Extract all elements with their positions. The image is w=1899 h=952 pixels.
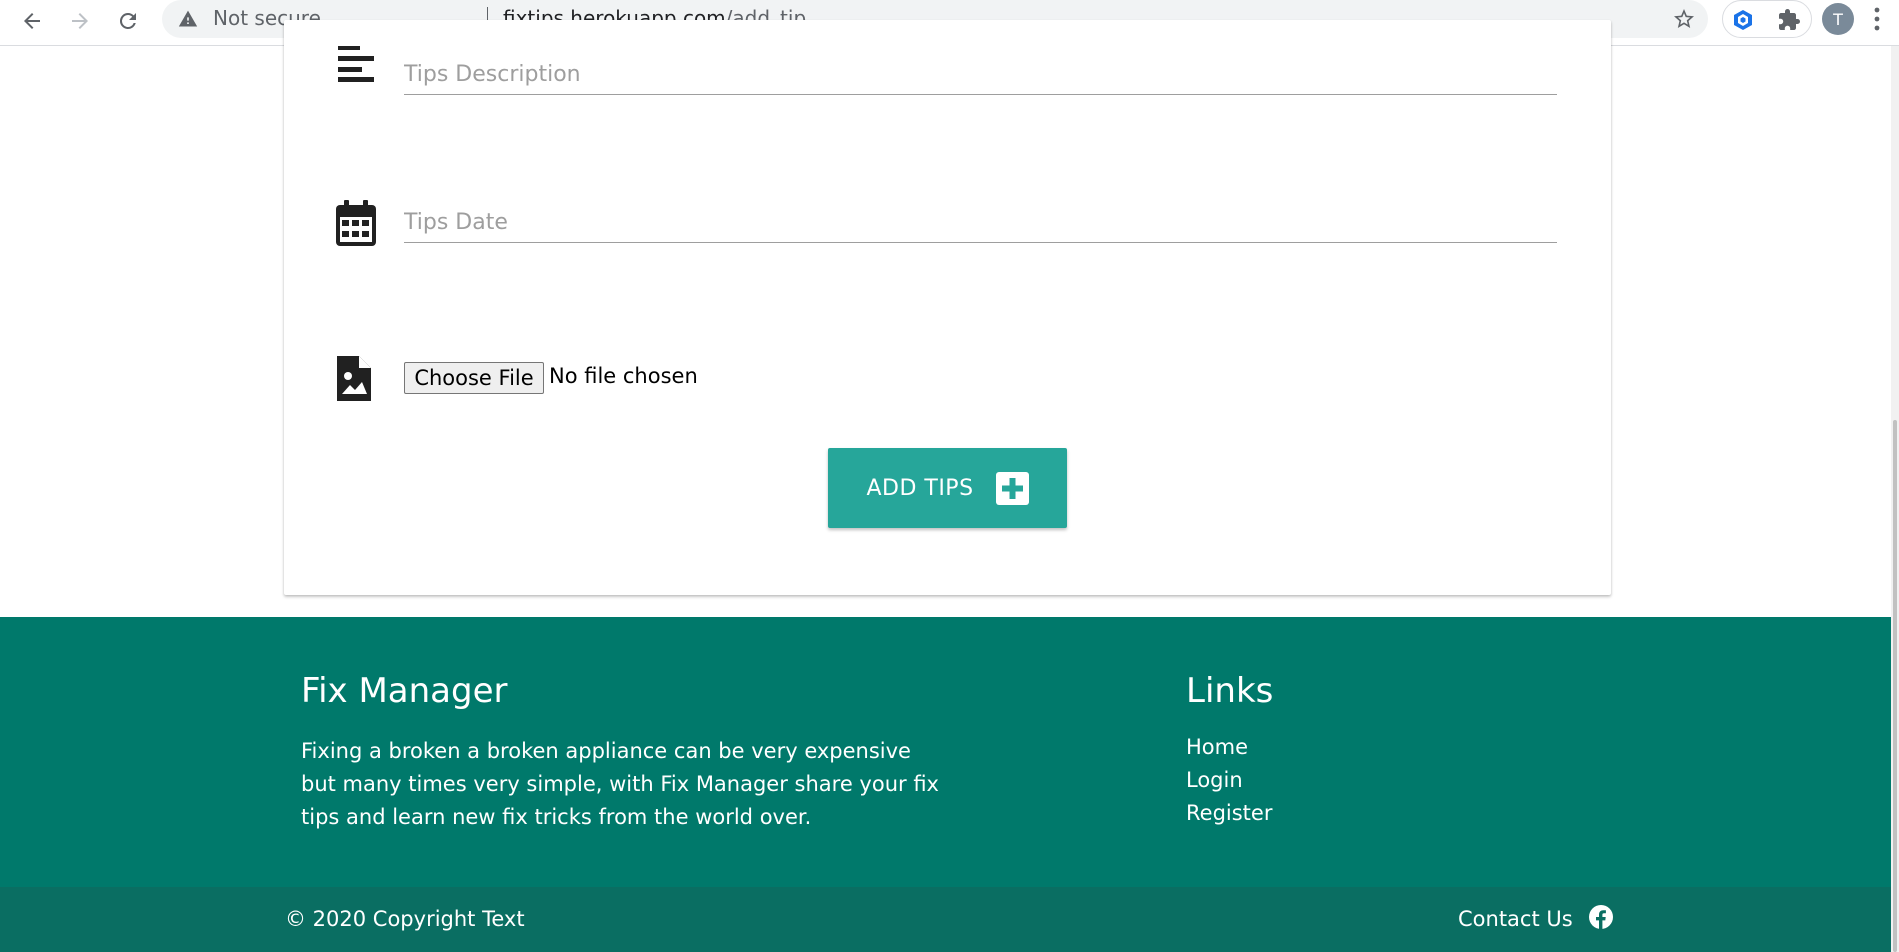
copyright-text: © 2020 Copyright Text (285, 907, 525, 931)
calendar-icon (336, 200, 376, 246)
facebook-icon[interactable] (1589, 905, 1613, 929)
notes-icon (338, 46, 374, 82)
tips-description-input[interactable] (404, 55, 1557, 95)
footer-link-home[interactable]: Home (1186, 735, 1248, 759)
tips-date-input[interactable] (404, 203, 1557, 243)
page-footer: Fix Manager Fixing a broken a broken app… (0, 617, 1899, 952)
reload-button[interactable] (110, 3, 146, 39)
plus-square-icon (995, 471, 1029, 505)
contact-us-link[interactable]: Contact Us (1458, 907, 1573, 931)
arrow-left-icon (24, 13, 40, 29)
add-tips-label: ADD TIPS (866, 475, 974, 501)
image-file-icon (337, 356, 371, 401)
arrow-right-icon (72, 13, 88, 29)
profile-avatar[interactable]: T (1822, 3, 1854, 35)
more-menu-icon[interactable] (1872, 5, 1882, 33)
back-button[interactable] (14, 3, 50, 39)
footer-link-register[interactable]: Register (1186, 801, 1272, 825)
footer-brand-title: Fix Manager (301, 671, 508, 711)
forward-button[interactable] (62, 3, 98, 39)
warning-icon (178, 10, 198, 27)
add-tips-button[interactable]: ADD TIPS (828, 448, 1067, 528)
puzzle-icon[interactable] (1777, 8, 1801, 32)
reload-icon (119, 12, 136, 29)
choose-file-button[interactable]: Choose File (404, 362, 544, 394)
extensions-group (1722, 0, 1812, 38)
bookmark-star-icon[interactable] (1672, 7, 1696, 31)
footer-brand-text: Fixing a broken a broken appliance can b… (301, 739, 939, 829)
footer-link-login[interactable]: Login (1186, 768, 1243, 792)
footer-links-title: Links (1186, 671, 1274, 711)
extension-hexagon-icon[interactable] (1731, 8, 1755, 32)
file-status-text: No file chosen (549, 364, 698, 388)
page-scrollbar-thumb[interactable] (1893, 420, 1897, 952)
